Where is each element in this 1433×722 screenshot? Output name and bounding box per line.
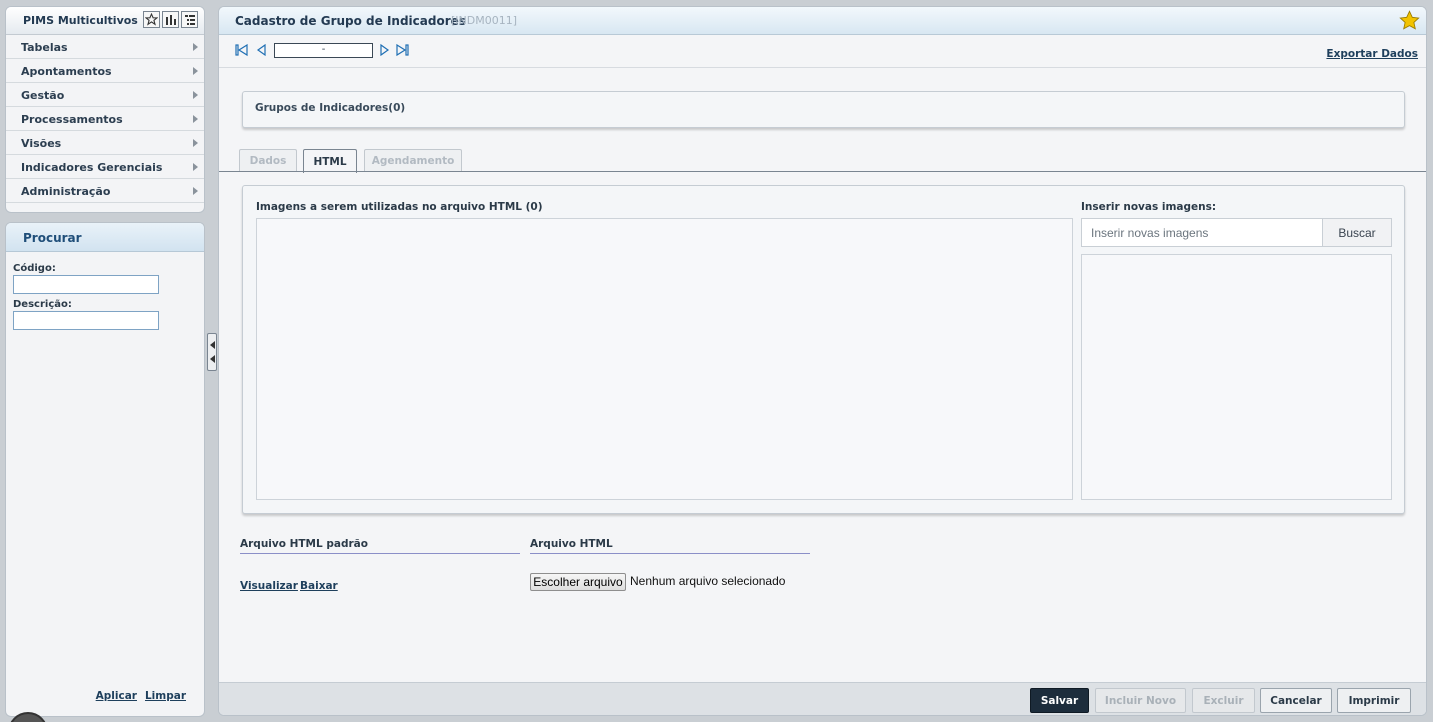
action-footer: Salvar Incluir Novo Excluir Cancelar Imp…: [219, 682, 1426, 715]
star-icon[interactable]: [143, 11, 160, 28]
tabs-divider: [219, 171, 1426, 172]
menu-item-gestao[interactable]: Gestão: [6, 83, 204, 107]
chevron-right-icon: [193, 139, 198, 147]
record-navigation: - Exportar Dados: [219, 36, 1426, 68]
print-button[interactable]: Imprimir: [1337, 688, 1411, 713]
code-field[interactable]: [13, 275, 159, 294]
menu-item-label: Indicadores Gerenciais: [21, 161, 163, 174]
chevron-right-icon: [193, 163, 198, 171]
menu-item-label: Visões: [21, 137, 62, 150]
html-file-label: Arquivo HTML: [530, 538, 810, 554]
menu-item-label: Gestão: [21, 89, 65, 102]
download-link[interactable]: Baixar: [300, 580, 338, 592]
tab-html[interactable]: HTML: [303, 149, 357, 173]
menu-item-label: Tabelas: [21, 41, 68, 54]
collapse-left-icon: [209, 355, 215, 363]
menu-item-administracao[interactable]: Administração: [6, 179, 204, 203]
record-field[interactable]: -: [274, 43, 373, 58]
search-panel: Procurar Código: Descrição: Aplicar Limp…: [5, 222, 205, 717]
delete-button[interactable]: Excluir: [1192, 688, 1255, 713]
new-images-list[interactable]: [1081, 254, 1392, 500]
menu-item-indicadores-gerenciais[interactable]: Indicadores Gerenciais: [6, 155, 204, 179]
next-record-icon[interactable]: [377, 43, 391, 57]
no-file-selected-text: Nenhum arquivo selecionado: [630, 574, 786, 588]
default-html-file-label: Arquivo HTML padrão: [240, 538, 520, 554]
code-label: Código:: [13, 263, 56, 274]
clear-link[interactable]: Limpar: [145, 690, 186, 702]
page-title: Cadastro de Grupo de Indicadores: [235, 14, 466, 28]
insert-images-input[interactable]: Inserir novas imagens: [1081, 218, 1322, 247]
main-panel: Cadastro de Grupo de Indicadores [INDM00…: [218, 6, 1427, 716]
menu-header: PIMS Multicultivos: [6, 7, 204, 35]
tab-agendamento[interactable]: Agendamento: [364, 149, 462, 172]
menu-item-label: Administração: [21, 185, 111, 198]
menu-item-apontamentos[interactable]: Apontamentos: [6, 59, 204, 83]
chevron-right-icon: [193, 43, 198, 51]
chevron-right-icon: [193, 187, 198, 195]
browse-button[interactable]: Buscar: [1322, 218, 1392, 247]
search-header: Procurar: [6, 223, 204, 252]
favorite-star-icon[interactable]: [1399, 10, 1420, 34]
insert-images-label: Inserir novas imagens:: [1081, 201, 1217, 213]
images-label: Imagens a serem utilizadas no arquivo HT…: [256, 201, 543, 213]
last-record-icon[interactable]: [395, 43, 409, 57]
main-header: Cadastro de Grupo de Indicadores [INDM00…: [219, 7, 1426, 35]
indicator-groups-box: Grupos de Indicadores(0): [242, 91, 1405, 128]
include-new-button[interactable]: Incluir Novo: [1095, 688, 1186, 713]
menu-item-tabelas[interactable]: Tabelas: [6, 35, 204, 59]
chevron-right-icon: [193, 115, 198, 123]
search-actions: Aplicar Limpar: [96, 690, 186, 702]
description-label: Descrição:: [13, 299, 72, 310]
description-field[interactable]: [13, 311, 159, 330]
first-record-icon[interactable]: [235, 43, 249, 57]
collapse-left-icon: [209, 341, 215, 349]
tree-list-icon[interactable]: [181, 11, 198, 28]
images-list[interactable]: [256, 218, 1073, 500]
chevron-right-icon: [193, 67, 198, 75]
apply-link[interactable]: Aplicar: [96, 690, 137, 702]
menu-header-icons: [143, 11, 198, 28]
previous-record-icon[interactable]: [255, 43, 269, 57]
indicator-groups-label: Grupos de Indicadores(0): [255, 102, 406, 114]
app-title: PIMS Multicultivos: [23, 14, 138, 27]
chevron-right-icon: [193, 91, 198, 99]
cancel-button[interactable]: Cancelar: [1260, 688, 1332, 713]
choose-file-button[interactable]: Escolher arquivo: [530, 573, 626, 591]
menu-item-visoes[interactable]: Visões: [6, 131, 204, 155]
menu-item-label: Processamentos: [21, 113, 123, 126]
export-data-link[interactable]: Exportar Dados: [1326, 48, 1418, 60]
menu-item-processamentos[interactable]: Processamentos: [6, 107, 204, 131]
sidebar-collapse-handle[interactable]: [207, 333, 217, 371]
tab-dados[interactable]: Dados: [239, 149, 297, 172]
html-section: Imagens a serem utilizadas no arquivo HT…: [242, 185, 1405, 514]
menu-item-label: Apontamentos: [21, 65, 112, 78]
menu-list: Tabelas Apontamentos Gestão Processament…: [6, 35, 204, 203]
page-code: [INDM0011]: [451, 14, 518, 27]
bar-chart-icon[interactable]: [162, 11, 179, 28]
view-link[interactable]: Visualizar: [240, 580, 298, 592]
search-title: Procurar: [23, 231, 82, 245]
main-menu-panel: PIMS Multicultivos Tabelas Apontamentos …: [5, 6, 205, 213]
save-button[interactable]: Salvar: [1030, 688, 1089, 713]
